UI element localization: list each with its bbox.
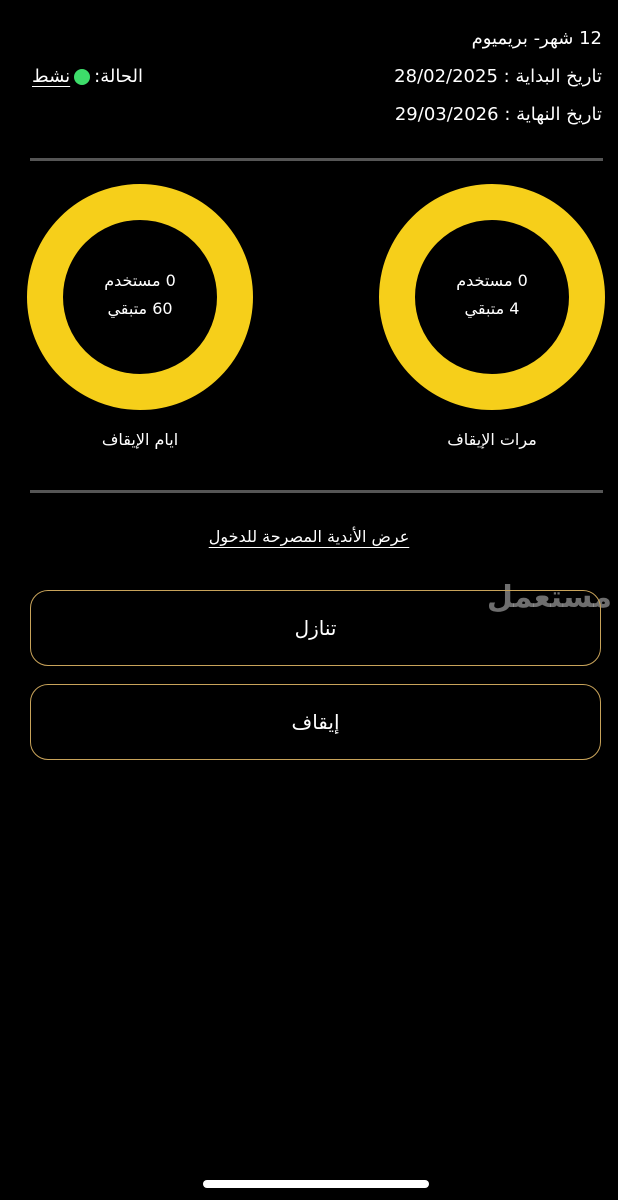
- status-label: الحالة:: [94, 66, 143, 87]
- freeze-count-ring: 0 مستخدم 4 متبقي: [378, 183, 606, 411]
- view-allowed-clubs-link[interactable]: عرض الأندية المصرحة للدخول: [0, 527, 618, 546]
- start-date: تاريخ البداية : 28/02/2025: [394, 66, 602, 87]
- freeze-days-ring-arc: [27, 184, 253, 410]
- freeze-days-used: 0 مستخدم: [104, 271, 176, 290]
- status-value: نشط: [32, 66, 71, 87]
- plan-title: 12 شهر- بريميوم: [471, 28, 602, 49]
- freeze-count-ring-arc: [379, 184, 605, 410]
- end-date: تاريخ النهاية : 29/03/2026: [394, 104, 602, 125]
- freeze-count-label: مرات الإيقاف: [447, 430, 537, 449]
- transfer-button[interactable]: تنازل: [30, 590, 601, 666]
- divider-bottom: [30, 490, 603, 493]
- status-dot-icon: [74, 68, 91, 85]
- home-indicator[interactable]: [203, 1180, 429, 1188]
- status-indicator: الحالة: نشط: [32, 66, 143, 87]
- freeze-days-label: ايام الإيقاف: [101, 430, 179, 449]
- freeze-days-remaining: 60 متبقي: [107, 299, 173, 318]
- freeze-days-ring-graphic: [27, 184, 253, 410]
- freeze-button[interactable]: إيقاف: [30, 684, 601, 760]
- freeze-count-remaining: 4 متبقي: [464, 299, 520, 318]
- freeze-count-used: 0 مستخدم: [456, 271, 528, 290]
- freeze-days-ring: 0 مستخدم 60 متبقي: [26, 183, 254, 411]
- divider-top: [30, 158, 603, 161]
- freeze-count-ring-graphic: [379, 184, 605, 410]
